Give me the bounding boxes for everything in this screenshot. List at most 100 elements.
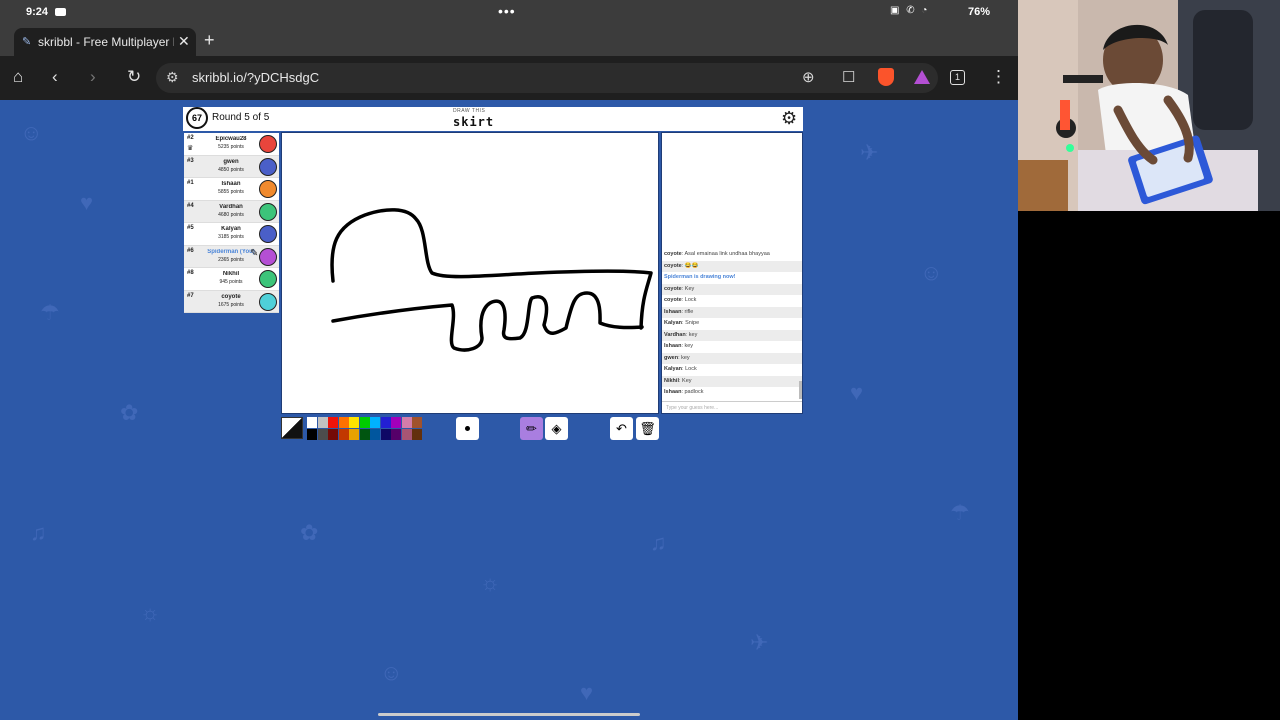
chat-message: Spiderman is drawing now!: [664, 274, 736, 280]
url-text[interactable]: skribbl.io/?yDCHsdgC: [192, 70, 319, 85]
doodle-icon: ✈: [860, 140, 879, 165]
color-swatch[interactable]: [380, 428, 391, 440]
color-swatch[interactable]: [317, 428, 328, 440]
avatar: [259, 180, 277, 198]
brush-size-dot: [465, 426, 470, 431]
close-tab-icon[interactable]: ✕: [178, 33, 190, 50]
color-swatch[interactable]: [370, 428, 380, 440]
menu-icon[interactable]: ⋮: [990, 68, 1007, 86]
chat-message: Ishaan: rifle: [662, 306, 802, 318]
forward-icon[interactable]: ›: [90, 68, 96, 86]
reload-icon[interactable]: ↻: [127, 68, 141, 86]
doodle-icon: ♫: [30, 520, 47, 545]
doodle-icon: ✈: [750, 630, 769, 655]
back-icon[interactable]: ‹: [52, 68, 58, 86]
player-row[interactable]: #2 Epicwau28 5235 points ♛: [184, 133, 279, 156]
player-points: 5855 points: [218, 189, 244, 195]
player-row[interactable]: #6 Spiderman (You) 2365 points ✎: [184, 245, 279, 268]
player-row[interactable]: #1 Ishaan 5855 points: [184, 178, 279, 201]
browser-tab[interactable]: ✎ skribbl - Free Multiplayer Dra ✕: [14, 28, 196, 56]
chat-text: key: [684, 343, 694, 349]
drawing-toolbar: ✏ ◈ ↶ 🗑: [281, 417, 661, 441]
color-swatch[interactable]: [328, 428, 338, 440]
brave-shields-icon[interactable]: [878, 68, 894, 86]
player-name: Kalyan: [221, 226, 241, 232]
color-swatch[interactable]: [349, 428, 359, 440]
tab-count-icon[interactable]: 1: [950, 70, 965, 85]
chat-text: Lock: [684, 297, 697, 303]
color-swatch[interactable]: [391, 428, 401, 440]
bookmark-icon[interactable]: ☐: [842, 68, 855, 86]
avatar: [259, 270, 277, 288]
player-points: 5235 points: [218, 144, 244, 150]
chat-message: Nikhil: Key: [662, 375, 802, 387]
doodle-icon: ☼: [140, 600, 161, 625]
chat-text: Asal emainaa link undhaa bhayyaa: [684, 251, 770, 257]
color-swatch[interactable]: [307, 417, 317, 428]
doodle-icon: ♥: [80, 190, 94, 215]
brave-rewards-icon[interactable]: [914, 70, 930, 84]
color-swatch[interactable]: [380, 417, 391, 428]
color-swatch[interactable]: [307, 428, 317, 440]
trash-icon[interactable]: 🗑: [636, 417, 659, 440]
drawing-canvas[interactable]: [281, 132, 659, 414]
color-swatch[interactable]: [338, 417, 349, 428]
player-name: Ishaan: [221, 181, 241, 187]
player-points: 4850 points: [218, 166, 244, 173]
new-tab-icon[interactable]: +: [204, 30, 215, 51]
webcam-overlay: [1018, 0, 1280, 211]
chat-user: Ishaan: [664, 389, 682, 395]
skribbl-favicon-icon: ✎: [22, 36, 32, 48]
color-swatch[interactable]: [412, 428, 422, 440]
chat-message: Ishaan: key: [664, 343, 694, 349]
browser-toolbar: ⌂ ‹ › ↻ ⚙ skribbl.io/?yDCHsdgC ⊕ ☐ 1 ⋮: [0, 56, 1018, 100]
doodle-icon: ☼: [480, 570, 501, 595]
player-row[interactable]: #3 gwen 4850 points: [184, 155, 279, 178]
color-swatch[interactable]: [349, 417, 359, 428]
color-swatch[interactable]: [401, 428, 412, 440]
player-row[interactable]: #4 Vardhan 4680 points: [184, 200, 279, 223]
guess-input[interactable]: Type your guess here...: [662, 401, 802, 414]
doodle-icon: ☺: [20, 120, 43, 145]
color-swatch[interactable]: [412, 417, 422, 428]
chat-text: padlock: [684, 389, 704, 395]
doodle-icon: ☂: [40, 300, 60, 325]
player-row[interactable]: #7 coyote 1675 points: [184, 290, 279, 313]
color-swatch[interactable]: [391, 417, 401, 428]
address-bar[interactable]: ⚙ skribbl.io/?yDCHsdgC ⊕ ☐: [156, 63, 938, 93]
avatar: [259, 247, 277, 266]
chat-user: coyote: [664, 285, 682, 292]
color-swatch[interactable]: [359, 417, 370, 428]
player-points: 3185 points: [218, 234, 244, 240]
player-name: coyote: [221, 293, 241, 300]
undo-icon[interactable]: ↶: [610, 417, 633, 440]
chat-messages: coyote: Asal emainaa link undhaa bhayyaa…: [662, 249, 802, 399]
site-info-icon[interactable]: ⚙: [166, 69, 179, 86]
youtube-notification-icon: [55, 8, 66, 16]
pencil-icon[interactable]: ✏: [520, 417, 543, 440]
player-row[interactable]: #8 Nikhil 945 points: [184, 268, 279, 291]
color-swatch[interactable]: [328, 417, 338, 428]
gear-icon[interactable]: ⚙: [781, 109, 797, 127]
pencil-icon: ✎: [250, 247, 259, 259]
timer-clock: 67: [186, 107, 208, 129]
word-to-draw: skirt: [453, 115, 495, 129]
color-swatch[interactable]: [317, 417, 328, 428]
player-points: 945 points: [219, 279, 243, 285]
brush-size-button[interactable]: [456, 417, 479, 440]
color-swatch[interactable]: [370, 417, 380, 428]
chat-text: key: [688, 331, 698, 338]
home-icon[interactable]: ⌂: [13, 68, 23, 86]
zoom-icon[interactable]: ⊕: [802, 68, 815, 86]
player-row[interactable]: #5 Kalyan 3185 points: [184, 223, 279, 246]
color-swatch[interactable]: [359, 428, 370, 440]
gesture-home-bar[interactable]: [378, 713, 640, 716]
screen: 9:24 ••• ▣ ✆ ◔ 76% ✎ skribbl - Free Mult…: [0, 0, 1280, 720]
color-swatch[interactable]: [401, 417, 412, 428]
player-rank: #6: [187, 247, 194, 254]
player-name: gwen: [223, 158, 239, 165]
fill-icon[interactable]: ◈: [545, 417, 568, 440]
chat-scrollbar[interactable]: [799, 381, 802, 399]
color-swatch[interactable]: [338, 428, 349, 440]
player-rank: #5: [187, 225, 194, 231]
